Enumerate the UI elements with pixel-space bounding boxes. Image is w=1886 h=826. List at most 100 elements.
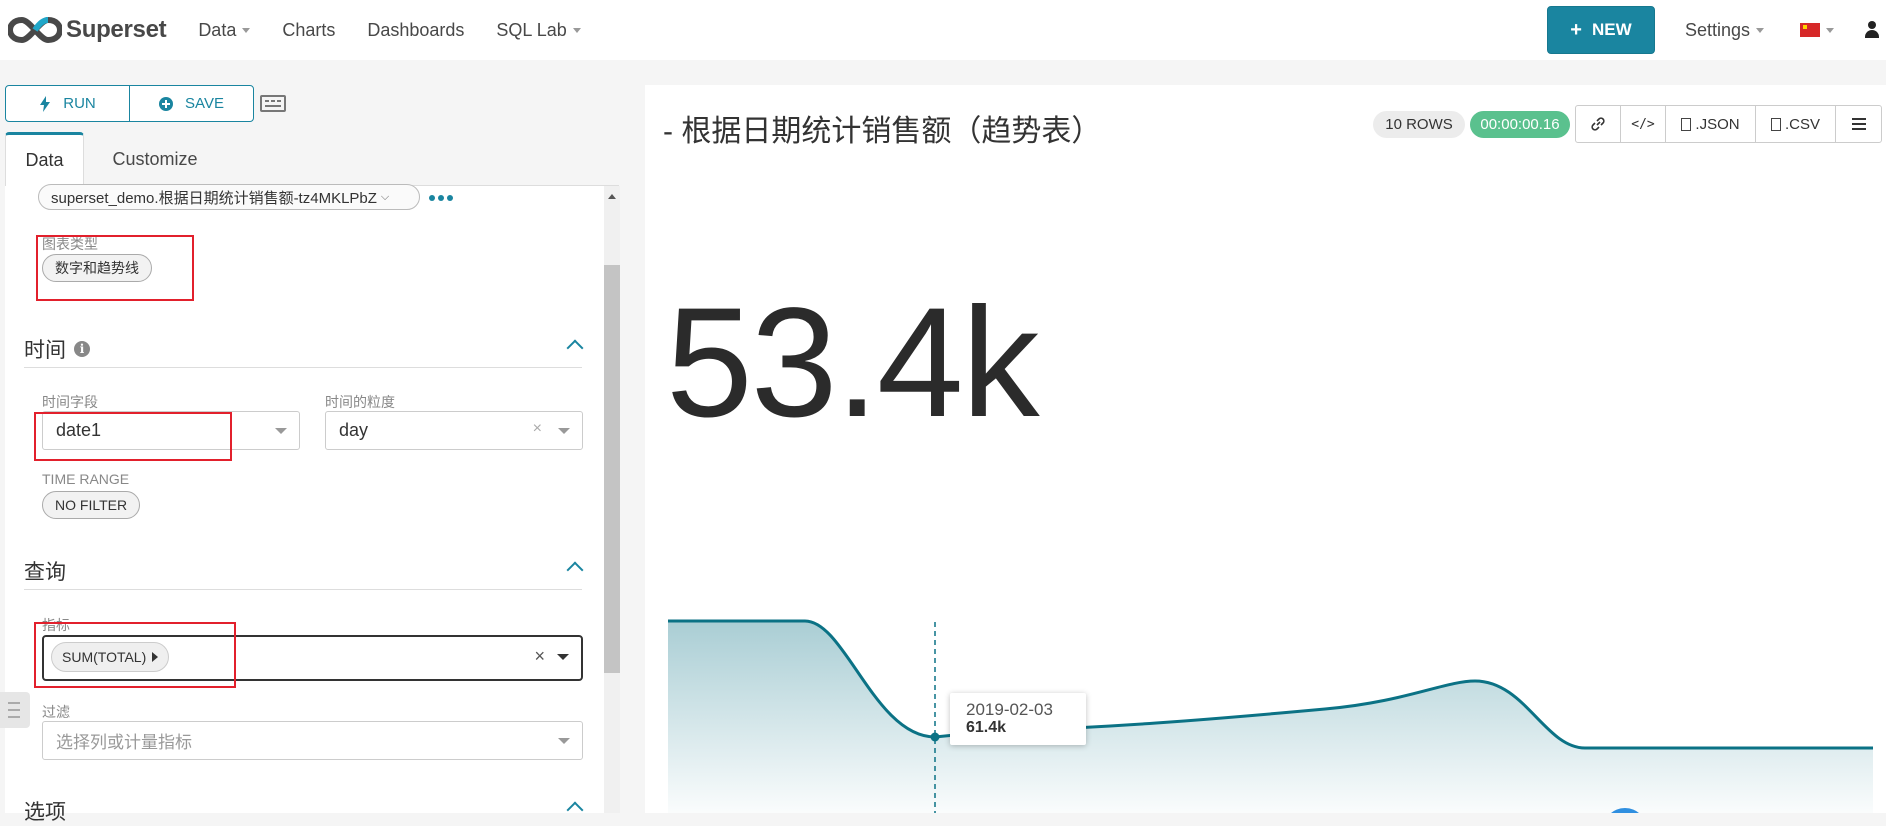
hover-point	[930, 732, 940, 742]
more-options-icon[interactable]	[429, 195, 456, 201]
metric-chip-label: SUM(TOTAL)	[62, 649, 147, 665]
embed-code-button[interactable]: </>	[1621, 106, 1666, 142]
time-range-selector[interactable]: NO FILTER	[42, 491, 141, 519]
language-selector[interactable]	[1800, 23, 1834, 37]
metric-select[interactable]: SUM(TOTAL) ×	[42, 635, 583, 681]
nav-charts-label: Charts	[282, 19, 336, 40]
caret-down-icon	[1756, 27, 1764, 33]
link-icon	[1591, 117, 1605, 131]
nav-charts[interactable]: Charts	[282, 20, 335, 41]
bolt-icon	[40, 95, 51, 112]
time-grain-value: day	[339, 420, 369, 440]
hamburger-icon	[1851, 115, 1866, 133]
settings-menu[interactable]: Settings	[1685, 20, 1764, 41]
new-button-label: NEW	[1591, 20, 1632, 39]
share-link-button[interactable]	[1576, 106, 1621, 142]
tooltip-value: 61.4k	[966, 719, 1007, 736]
viz-type-selector[interactable]: 数字和趋势线	[42, 254, 152, 282]
time-grain-label: 时间的粒度	[325, 394, 395, 410]
options-section-label: 选项	[24, 801, 66, 824]
chevron-down-icon: ⌵	[380, 190, 390, 203]
plus-icon: +	[1570, 18, 1582, 41]
brand[interactable]: Superset	[8, 16, 167, 44]
nav-dashboards-label: Dashboards	[367, 19, 465, 40]
run-button[interactable]: RUN	[6, 86, 130, 121]
nav-sql-lab-label: SQL Lab	[496, 19, 567, 40]
top-navbar: Superset Data Charts Dashboards SQL Lab …	[0, 0, 1886, 60]
code-icon: </>	[1631, 116, 1655, 132]
file-icon	[1770, 117, 1781, 131]
dropdown-arrow-icon	[558, 738, 570, 744]
nav-sql-lab[interactable]: SQL Lab	[496, 19, 581, 41]
brand-name: Superset	[66, 16, 167, 43]
clear-icon[interactable]: ×	[534, 646, 545, 667]
time-section-label: 时间	[24, 339, 66, 362]
metric-label: 指标	[42, 617, 70, 633]
section-divider	[24, 589, 582, 590]
datasource-selector[interactable]: superset_demo.根据日期统计销售额-tz4MKLPbZ ⌵	[38, 184, 420, 210]
caret-down-icon	[242, 27, 251, 33]
china-flag-icon	[1800, 23, 1820, 37]
time-column-select[interactable]: date1	[42, 411, 300, 450]
more-menu-button[interactable]	[1836, 106, 1881, 142]
row-count-badge: 10 ROWS	[1373, 111, 1465, 138]
time-grain-select[interactable]: day ×	[325, 411, 583, 450]
tab-data-label: Data	[25, 150, 64, 170]
run-save-group: RUN SAVE	[5, 85, 254, 122]
run-button-label: RUN	[63, 95, 96, 112]
superset-logo-icon	[8, 16, 62, 44]
settings-label: Settings	[1684, 19, 1750, 40]
filter-label: 过滤	[42, 704, 70, 720]
trendline-area	[668, 621, 1873, 813]
user-icon[interactable]	[1864, 21, 1880, 39]
export-csv-label: .CSV	[1784, 115, 1820, 133]
list-toggle-icon[interactable]	[0, 692, 30, 728]
nav-dashboards[interactable]: Dashboards	[367, 20, 464, 41]
section-divider	[24, 367, 582, 368]
chart-tooltip: 2019-02-03 61.4k	[950, 693, 1086, 745]
navbar-right: + NEW Settings	[1546, 0, 1886, 60]
filter-placeholder: 选择列或计量指标	[56, 733, 192, 752]
chart-actions: </> .JSON .CSV	[1575, 105, 1882, 143]
big-number-value: 53.4k	[666, 276, 1040, 450]
plus-circle-icon	[159, 96, 174, 111]
query-time-badge: 00:00:00.16	[1470, 111, 1570, 138]
metric-chip[interactable]: SUM(TOTAL)	[51, 642, 170, 672]
clear-icon[interactable]: ×	[533, 420, 542, 438]
tab-data[interactable]: Data	[5, 132, 84, 187]
save-button[interactable]: SAVE	[130, 86, 253, 121]
query-section-label: 查询	[24, 561, 66, 584]
time-column-label: 时间字段	[42, 394, 98, 410]
scrollbar-thumb[interactable]	[604, 265, 620, 673]
file-icon	[1681, 117, 1692, 131]
save-button-label: SAVE	[185, 95, 224, 112]
time-section-title[interactable]: 时间 i	[24, 334, 90, 364]
scroll-up-arrow-icon[interactable]	[608, 194, 616, 199]
trendline-chart[interactable]	[645, 600, 1886, 813]
explore-tabs: Data Customize	[5, 132, 619, 187]
chart-title[interactable]: - 根据日期统计销售额（趋势表）	[663, 106, 1101, 150]
tooltip-date: 2019-02-03	[966, 700, 1053, 719]
tab-customize[interactable]: Customize	[105, 132, 205, 186]
dropdown-arrow-icon	[557, 654, 569, 660]
viz-type-label: 图表类型	[42, 236, 98, 252]
dropdown-arrow-icon	[275, 428, 287, 434]
export-csv-button[interactable]: .CSV	[1756, 106, 1836, 142]
info-icon[interactable]: i	[74, 341, 90, 357]
options-section-title[interactable]: 选项	[24, 796, 66, 826]
caret-right-icon	[152, 652, 159, 662]
nav-data[interactable]: Data	[198, 19, 251, 41]
nav-data-label: Data	[198, 19, 237, 40]
datasource-name: superset_demo.根据日期统计销售额-tz4MKLPbZ	[51, 189, 377, 207]
caret-down-icon	[1826, 27, 1834, 33]
filter-select[interactable]: 选择列或计量指标	[42, 721, 583, 760]
keyboard-icon[interactable]	[260, 95, 286, 112]
query-section-title[interactable]: 查询	[24, 556, 66, 586]
export-json-button[interactable]: .JSON	[1666, 106, 1756, 142]
time-column-value: date1	[56, 420, 102, 440]
dropdown-arrow-icon	[558, 428, 570, 434]
time-range-label: TIME RANGE	[42, 471, 130, 487]
export-json-label: .JSON	[1695, 115, 1740, 133]
new-button[interactable]: + NEW	[1546, 6, 1655, 54]
tab-customize-label: Customize	[112, 148, 198, 169]
